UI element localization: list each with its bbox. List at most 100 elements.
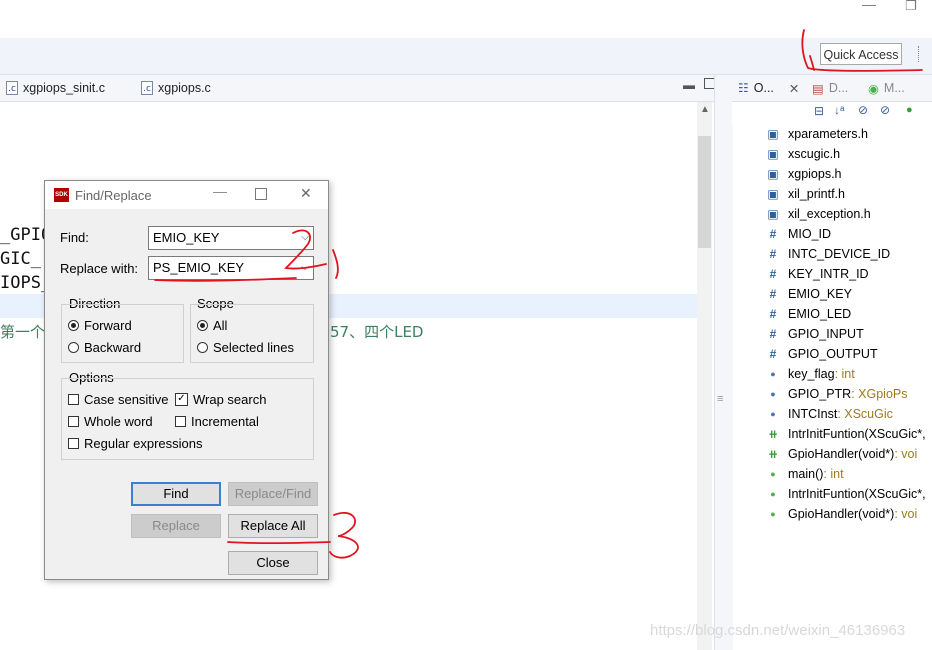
function-icon: ● [770,469,776,479]
outline-item[interactable]: ● GPIO_PTR : XGpioPs [766,384,908,404]
outline-item-type: : XGpioPs [851,387,908,401]
replace-button[interactable]: Replace [131,514,221,538]
code-line: GIC_ [0,249,41,269]
outline-item[interactable]: # GPIO_INPUT [766,324,864,344]
outline-item[interactable]: # MIO_ID [766,224,831,244]
c-file-icon: .c [6,81,18,95]
editor-tab-bar: .c xgpiops_sinit.c .c xgpiops.c ▬ [0,75,728,102]
outline-item-label: INTCInst [788,407,838,421]
outline-item[interactable]: ● main() : int [766,464,843,484]
outline-item[interactable]: ▣ xgpiops.h [766,164,842,184]
minimize-icon[interactable]: — [862,0,876,12]
close-icon[interactable]: ✕ [789,81,799,96]
restore-icon[interactable]: ❐ [905,0,917,14]
close-button[interactable]: Close [228,551,318,575]
include-icon: ▣ [767,167,779,181]
tab-doc[interactable]: ▤ D... [812,75,848,101]
find-button[interactable]: Find [131,482,221,506]
hide-nonpublic-icon[interactable]: ● [906,104,913,116]
outline-item[interactable]: ▣ xil_printf.h [766,184,845,204]
tab-label: O... [753,81,774,95]
outline-item-label: GPIO_INPUT [788,327,864,341]
outline-item[interactable]: ● key_flag : int [766,364,855,384]
option-label: Regular expressions [84,436,203,451]
case-sensitive-checkbox[interactable]: Case sensitive [68,392,169,407]
scroll-up-icon[interactable]: ▲ [700,104,710,115]
include-icon: ▣ [767,187,779,201]
incremental-checkbox[interactable]: Incremental [175,414,259,429]
outline-item[interactable]: # KEY_INTR_ID [766,264,869,284]
outline-item-label: xil_exception.h [788,207,871,221]
tab-xgpiops-sinit[interactable]: .c xgpiops_sinit.c [6,75,105,101]
chevron-down-icon[interactable]: ⌵ [301,227,309,249]
replace-all-button[interactable]: Replace All [228,514,318,538]
wrap-search-checkbox[interactable]: ✓ Wrap search [175,392,266,407]
regex-checkbox[interactable]: Regular expressions [68,436,203,451]
find-value: EMIO_KEY [153,230,220,245]
outline-item[interactable]: ▣ xscugic.h [766,144,840,164]
outline-item[interactable]: # INTC_DEVICE_ID [766,244,890,264]
radio-icon [68,320,79,331]
option-label: Backward [84,340,142,355]
radio-icon [68,342,79,353]
hide-static-icon[interactable]: ⊘ [880,103,890,117]
tab-make[interactable]: ◉ M... [868,75,905,101]
outline-item[interactable]: ⧺ IntrInitFuntion(XScuGic*, [766,424,926,444]
direction-backward-radio[interactable]: Backward [68,340,141,355]
outline-item[interactable]: ▣ xil_exception.h [766,204,871,224]
dialog-title-bar[interactable]: SDK Find/Replace — ✕ [45,181,328,209]
outline-item-label: xil_printf.h [788,187,845,201]
outline-item[interactable]: # GPIO_OUTPUT [766,344,878,364]
direction-forward-radio[interactable]: Forward [68,318,132,333]
replace-value: PS_EMIO_KEY [153,260,245,275]
c-file-icon: .c [141,81,153,95]
outline-item-label: IntrInitFuntion(XScuGic*, [788,427,926,441]
outline-item-label: xgpiops.h [788,167,842,181]
collapse-all-icon[interactable]: ⊟ [814,104,824,118]
outline-item[interactable]: ● INTCInst : XScuGic [766,404,893,424]
outline-item[interactable]: ● IntrInitFuntion(XScuGic*, [766,484,925,504]
sash-grip-icon[interactable]: ≡ [717,393,723,405]
option-label: Whole word [84,414,153,429]
whole-word-checkbox[interactable]: Whole word [68,414,153,429]
outline-item[interactable]: ● GpioHandler(void*) : voi [766,504,917,524]
scroll-thumb[interactable] [698,136,711,248]
radio-icon [197,342,208,353]
checkmark-icon: ✓ [175,393,188,406]
variable-icon: ● [770,369,776,379]
outline-item[interactable]: # EMIO_LED [766,304,852,324]
replace-input[interactable]: PS_EMIO_KEY ⌵ [148,256,314,280]
view-divider[interactable]: ≡ [714,75,733,650]
scope-all-radio[interactable]: All [197,318,227,333]
close-icon[interactable]: ✕ [300,185,312,202]
dialog-title: Find/Replace [75,188,152,203]
perspective-icon[interactable] [918,46,931,62]
outline-item-label: EMIO_KEY [788,287,852,301]
maximize-icon[interactable] [255,188,267,200]
include-icon: ▣ [767,127,779,141]
minimize-view-icon[interactable]: ▬ [683,78,695,92]
tab-label: D... [828,81,849,95]
replace-find-button[interactable]: Replace/Find [228,482,318,506]
quick-access-field[interactable]: Quick Access [820,43,902,65]
minimize-icon[interactable]: — [213,183,227,199]
macro-icon: # [769,267,777,281]
outline-item-type: : int [834,367,855,381]
hide-fields-icon[interactable]: ⊘ [858,103,868,117]
option-label: All [213,318,228,333]
tab-xgpiops[interactable]: .c xgpiops.c [141,75,211,101]
macro-icon: # [769,287,777,301]
window-title-bar: — ❐ [0,0,932,38]
find-input[interactable]: EMIO_KEY ⌵ [148,226,314,250]
chevron-down-icon[interactable]: ⌵ [301,257,309,279]
tab-outline[interactable]: ☷ O... ✕ [738,75,799,101]
outline-item-type: : voi [894,447,918,461]
sort-icon[interactable]: ↓ᵃ [834,103,844,117]
outline-item[interactable]: # EMIO_KEY [766,284,852,304]
tab-label: M... [883,81,905,95]
option-label: Case sensitive [84,392,169,407]
outline-item[interactable]: ⧺ GpioHandler(void*) : voi [766,444,917,464]
outline-item[interactable]: ▣ xparameters.h [766,124,868,144]
include-icon: ▣ [767,147,779,161]
scope-selected-lines-radio[interactable]: Selected lines [197,340,294,355]
